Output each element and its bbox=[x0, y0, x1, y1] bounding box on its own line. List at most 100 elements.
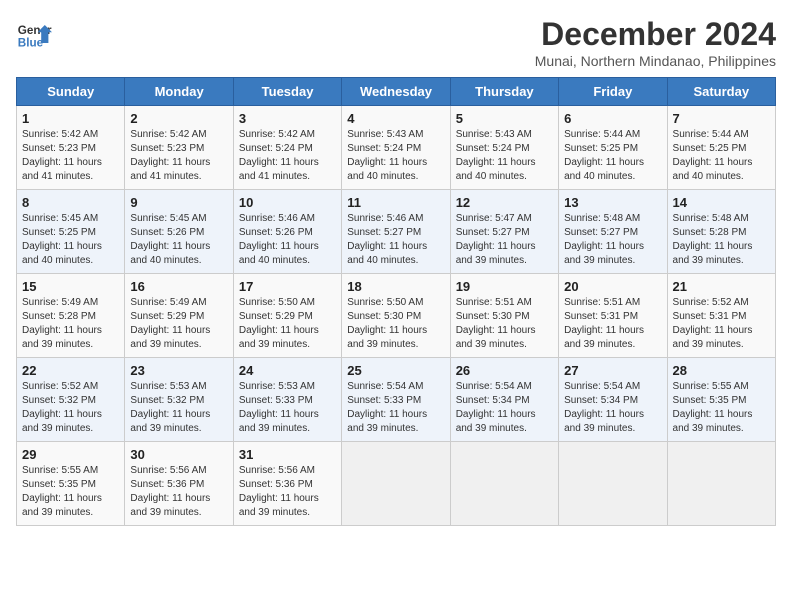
day-detail: Sunrise: 5:54 AMSunset: 5:33 PMDaylight:… bbox=[347, 380, 444, 436]
calendar-cell: 8 Sunrise: 5:45 AMSunset: 5:25 PMDaylight… bbox=[17, 190, 125, 274]
day-detail: Sunrise: 5:45 AMSunset: 5:26 PMDaylight:… bbox=[130, 212, 227, 268]
day-detail: Sunrise: 5:46 AMSunset: 5:26 PMDaylight:… bbox=[239, 212, 336, 268]
day-number: 17 bbox=[239, 279, 336, 294]
calendar-cell: 11Sunrise: 5:46 AMSunset: 5:27 PMDayligh… bbox=[342, 190, 450, 274]
day-detail: Sunrise: 5:47 AMSunset: 5:27 PMDaylight:… bbox=[456, 212, 553, 268]
day-detail: Sunrise: 5:56 AMSunset: 5:36 PMDaylight:… bbox=[130, 464, 227, 520]
logo-icon: General Blue bbox=[16, 16, 52, 52]
day-number: 8 bbox=[22, 195, 119, 210]
day-number: 14 bbox=[673, 195, 770, 210]
location-title: Munai, Northern Mindanao, Philippines bbox=[535, 53, 776, 69]
calendar-week-row: 1 Sunrise: 5:42 AMSunset: 5:23 PMDaylight… bbox=[17, 106, 776, 190]
calendar-cell: 28 Sunrise: 5:55 AMSunset: 5:35 PMDayligh… bbox=[667, 358, 775, 442]
day-detail: Sunrise: 5:44 AMSunset: 5:25 PMDaylight:… bbox=[564, 128, 661, 184]
day-number: 20 bbox=[564, 279, 661, 294]
calendar-cell: 20 Sunrise: 5:51 AMSunset: 5:31 PMDayligh… bbox=[559, 274, 667, 358]
calendar-week-row: 22 Sunrise: 5:52 AMSunset: 5:32 PMDayligh… bbox=[17, 358, 776, 442]
day-detail: Sunrise: 5:42 AMSunset: 5:24 PMDaylight:… bbox=[239, 128, 336, 184]
day-number: 11 bbox=[347, 195, 444, 210]
day-number: 22 bbox=[22, 363, 119, 378]
day-number: 26 bbox=[456, 363, 553, 378]
day-detail: Sunrise: 5:56 AMSunset: 5:36 PMDaylight:… bbox=[239, 464, 336, 520]
calendar-cell: 21Sunrise: 5:52 AMSunset: 5:31 PMDayligh… bbox=[667, 274, 775, 358]
day-number: 23 bbox=[130, 363, 227, 378]
day-number: 25 bbox=[347, 363, 444, 378]
calendar-cell bbox=[667, 442, 775, 526]
svg-text:Blue: Blue bbox=[18, 37, 44, 50]
logo: General Blue bbox=[16, 16, 52, 52]
col-header-monday: Monday bbox=[125, 78, 233, 106]
day-number: 1 bbox=[22, 111, 119, 126]
col-header-thursday: Thursday bbox=[450, 78, 558, 106]
day-detail: Sunrise: 5:42 AMSunset: 5:23 PMDaylight:… bbox=[130, 128, 227, 184]
day-number: 30 bbox=[130, 447, 227, 462]
calendar-cell: 12Sunrise: 5:47 AMSunset: 5:27 PMDayligh… bbox=[450, 190, 558, 274]
day-detail: Sunrise: 5:42 AMSunset: 5:23 PMDaylight:… bbox=[22, 128, 119, 184]
calendar-header-row: SundayMondayTuesdayWednesdayThursdayFrid… bbox=[17, 78, 776, 106]
calendar-cell: 30 Sunrise: 5:56 AMSunset: 5:36 PMDayligh… bbox=[125, 442, 233, 526]
calendar-cell: 7Sunrise: 5:44 AMSunset: 5:25 PMDaylight… bbox=[667, 106, 775, 190]
day-detail: Sunrise: 5:52 AMSunset: 5:32 PMDaylight:… bbox=[22, 380, 119, 436]
day-detail: Sunrise: 5:55 AMSunset: 5:35 PMDaylight:… bbox=[22, 464, 119, 520]
calendar-cell: 18Sunrise: 5:50 AMSunset: 5:30 PMDayligh… bbox=[342, 274, 450, 358]
calendar-cell: 23 Sunrise: 5:53 AMSunset: 5:32 PMDayligh… bbox=[125, 358, 233, 442]
col-header-sunday: Sunday bbox=[17, 78, 125, 106]
calendar-cell bbox=[342, 442, 450, 526]
calendar-cell: 19 Sunrise: 5:51 AMSunset: 5:30 PMDayligh… bbox=[450, 274, 558, 358]
day-detail: Sunrise: 5:48 AMSunset: 5:28 PMDaylight:… bbox=[673, 212, 770, 268]
calendar-cell: 31Sunrise: 5:56 AMSunset: 5:36 PMDayligh… bbox=[233, 442, 341, 526]
calendar-table: SundayMondayTuesdayWednesdayThursdayFrid… bbox=[16, 77, 776, 526]
calendar-cell: 1 Sunrise: 5:42 AMSunset: 5:23 PMDaylight… bbox=[17, 106, 125, 190]
col-header-wednesday: Wednesday bbox=[342, 78, 450, 106]
day-number: 24 bbox=[239, 363, 336, 378]
page-header: General Blue December 2024 Munai, Northe… bbox=[16, 16, 776, 69]
calendar-cell: 24Sunrise: 5:53 AMSunset: 5:33 PMDayligh… bbox=[233, 358, 341, 442]
calendar-cell: 10Sunrise: 5:46 AMSunset: 5:26 PMDayligh… bbox=[233, 190, 341, 274]
calendar-cell bbox=[559, 442, 667, 526]
calendar-cell: 27 Sunrise: 5:54 AMSunset: 5:34 PMDayligh… bbox=[559, 358, 667, 442]
day-number: 29 bbox=[22, 447, 119, 462]
day-number: 18 bbox=[347, 279, 444, 294]
day-detail: Sunrise: 5:53 AMSunset: 5:32 PMDaylight:… bbox=[130, 380, 227, 436]
calendar-week-row: 29 Sunrise: 5:55 AMSunset: 5:35 PMDayligh… bbox=[17, 442, 776, 526]
day-number: 21 bbox=[673, 279, 770, 294]
day-number: 16 bbox=[130, 279, 227, 294]
title-block: December 2024 Munai, Northern Mindanao, … bbox=[535, 16, 776, 69]
col-header-tuesday: Tuesday bbox=[233, 78, 341, 106]
calendar-cell: 15 Sunrise: 5:49 AMSunset: 5:28 PMDayligh… bbox=[17, 274, 125, 358]
calendar-cell: 2Sunrise: 5:42 AMSunset: 5:23 PMDaylight… bbox=[125, 106, 233, 190]
calendar-cell: 4 Sunrise: 5:43 AMSunset: 5:24 PMDaylight… bbox=[342, 106, 450, 190]
day-number: 15 bbox=[22, 279, 119, 294]
calendar-cell: 29 Sunrise: 5:55 AMSunset: 5:35 PMDayligh… bbox=[17, 442, 125, 526]
day-detail: Sunrise: 5:54 AMSunset: 5:34 PMDaylight:… bbox=[564, 380, 661, 436]
day-detail: Sunrise: 5:48 AMSunset: 5:27 PMDaylight:… bbox=[564, 212, 661, 268]
day-detail: Sunrise: 5:55 AMSunset: 5:35 PMDaylight:… bbox=[673, 380, 770, 436]
day-detail: Sunrise: 5:51 AMSunset: 5:31 PMDaylight:… bbox=[564, 296, 661, 352]
day-number: 19 bbox=[456, 279, 553, 294]
col-header-saturday: Saturday bbox=[667, 78, 775, 106]
day-detail: Sunrise: 5:49 AMSunset: 5:29 PMDaylight:… bbox=[130, 296, 227, 352]
day-detail: Sunrise: 5:51 AMSunset: 5:30 PMDaylight:… bbox=[456, 296, 553, 352]
calendar-cell: 16 Sunrise: 5:49 AMSunset: 5:29 PMDayligh… bbox=[125, 274, 233, 358]
calendar-cell: 26Sunrise: 5:54 AMSunset: 5:34 PMDayligh… bbox=[450, 358, 558, 442]
day-detail: Sunrise: 5:43 AMSunset: 5:24 PMDaylight:… bbox=[347, 128, 444, 184]
calendar-cell: 5 Sunrise: 5:43 AMSunset: 5:24 PMDaylight… bbox=[450, 106, 558, 190]
day-detail: Sunrise: 5:43 AMSunset: 5:24 PMDaylight:… bbox=[456, 128, 553, 184]
day-number: 27 bbox=[564, 363, 661, 378]
col-header-friday: Friday bbox=[559, 78, 667, 106]
calendar-cell bbox=[450, 442, 558, 526]
day-number: 13 bbox=[564, 195, 661, 210]
calendar-cell: 6 Sunrise: 5:44 AMSunset: 5:25 PMDaylight… bbox=[559, 106, 667, 190]
calendar-cell: 22 Sunrise: 5:52 AMSunset: 5:32 PMDayligh… bbox=[17, 358, 125, 442]
day-detail: Sunrise: 5:49 AMSunset: 5:28 PMDaylight:… bbox=[22, 296, 119, 352]
day-detail: Sunrise: 5:45 AMSunset: 5:25 PMDaylight:… bbox=[22, 212, 119, 268]
day-detail: Sunrise: 5:44 AMSunset: 5:25 PMDaylight:… bbox=[673, 128, 770, 184]
day-number: 5 bbox=[456, 111, 553, 126]
day-number: 9 bbox=[130, 195, 227, 210]
day-number: 28 bbox=[673, 363, 770, 378]
day-number: 4 bbox=[347, 111, 444, 126]
month-title: December 2024 bbox=[535, 16, 776, 53]
day-number: 6 bbox=[564, 111, 661, 126]
calendar-cell: 13 Sunrise: 5:48 AMSunset: 5:27 PMDayligh… bbox=[559, 190, 667, 274]
calendar-week-row: 15 Sunrise: 5:49 AMSunset: 5:28 PMDayligh… bbox=[17, 274, 776, 358]
